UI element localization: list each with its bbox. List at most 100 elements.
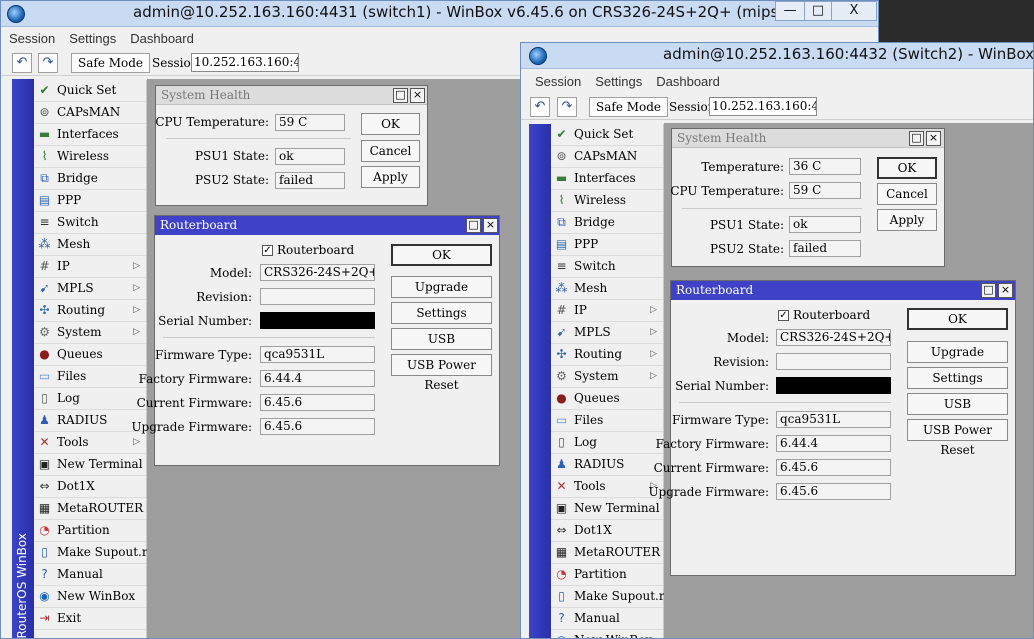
system-health-dialog[interactable]: System Health □ × Temperature: 36 C CPU … <box>670 128 945 267</box>
sidebar-item-manual[interactable]: ? Manual <box>34 564 146 586</box>
model-field[interactable]: CRS326-24S+2Q+ <box>260 264 375 281</box>
sidebar-item-exit[interactable]: ⇥ Exit <box>34 608 146 630</box>
ok-button[interactable]: OK <box>361 113 420 135</box>
ok-button[interactable]: OK <box>877 157 937 179</box>
sidebar-item-interfaces[interactable]: ▬ Interfaces <box>34 124 146 146</box>
factory-firmware-field[interactable]: 6.44.4 <box>776 435 891 452</box>
sidebar-item-bridge[interactable]: ⧉ Bridge <box>34 168 146 190</box>
sidebar-item-ip[interactable]: # IP ▷ <box>551 300 663 322</box>
maximize-icon[interactable]: □ <box>981 283 996 298</box>
maximize-icon[interactable]: □ <box>393 88 408 103</box>
sidebar-item-capsman[interactable]: ⊚ CAPsMAN <box>34 102 146 124</box>
safe-mode-button[interactable]: Safe Mode <box>589 97 669 117</box>
sidebar-item-routing[interactable]: ✣ Routing ▷ <box>34 300 146 322</box>
cpu-temperature-field[interactable]: 59 C <box>789 182 861 199</box>
sidebar-item-routing[interactable]: ✣ Routing ▷ <box>551 344 663 366</box>
psu2-state-field[interactable]: failed <box>789 240 861 257</box>
factory-firmware-field[interactable]: 6.44.4 <box>260 370 375 387</box>
maximize-button[interactable]: □ <box>804 1 832 21</box>
redo-button[interactable]: ↷ <box>38 53 58 73</box>
sidebar-item-files[interactable]: ▭ Files <box>551 410 663 432</box>
routerboard-dialog[interactable]: Routerboard □ × ✓ Routerboard Model: CRS… <box>648 280 1016 576</box>
close-icon[interactable]: × <box>483 218 498 233</box>
maximize-icon[interactable]: □ <box>909 131 924 146</box>
routerboard-dialog[interactable]: Routerboard □ × ✓ Routerboard Model: CRS… <box>131 215 500 466</box>
psu1-state-field[interactable]: ok <box>275 148 345 165</box>
close-icon[interactable]: × <box>926 131 941 146</box>
usb-power-reset-button[interactable]: USB Power Reset <box>907 419 1008 457</box>
sidebar-item-mpls[interactable]: ➹ MPLS ▷ <box>551 322 663 344</box>
sidebar-item-system[interactable]: ⚙ System ▷ <box>551 366 663 388</box>
sidebar-item-queues[interactable]: ● Queues <box>34 344 146 366</box>
sidebar-item-metarouter[interactable]: ▦ MetaROUTER <box>551 542 663 564</box>
current-firmware-field[interactable]: 6.45.6 <box>260 394 375 411</box>
system-health-dialog[interactable]: System Health □ × CPU Temperature: 59 C … <box>155 85 428 206</box>
sidebar-item-mesh[interactable]: ⁂ Mesh <box>34 234 146 256</box>
minimize-button[interactable]: — <box>775 1 805 21</box>
sidebar-item-bridge[interactable]: ⧉ Bridge <box>551 212 663 234</box>
current-firmware-field[interactable]: 6.45.6 <box>776 459 891 476</box>
psu2-state-field[interactable]: failed <box>275 172 345 189</box>
menu-dashboard[interactable]: Dashboard <box>130 28 194 46</box>
routerboard-checkbox[interactable]: ✓ <box>778 310 789 321</box>
sidebar-item-interfaces[interactable]: ▬ Interfaces <box>551 168 663 190</box>
session-field[interactable]: 10.252.163.160:4432 <box>709 97 817 116</box>
sidebar-item-new-terminal[interactable]: ▣ New Terminal <box>551 498 663 520</box>
usb-power-reset-button[interactable]: USB Power Reset <box>391 354 492 392</box>
apply-button[interactable]: Apply <box>361 166 420 188</box>
sidebar-item-switch[interactable]: ≡ Switch <box>34 212 146 234</box>
redo-button[interactable]: ↷ <box>557 97 577 117</box>
ok-button[interactable]: OK <box>907 308 1008 330</box>
routerboard-checkbox[interactable]: ✓ <box>262 245 273 256</box>
sidebar-item-metarouter[interactable]: ▦ MetaROUTER <box>34 498 146 520</box>
usb-button[interactable]: USB <box>391 328 492 350</box>
sidebar-item-queues[interactable]: ● Queues <box>551 388 663 410</box>
upgrade-button[interactable]: Upgrade <box>391 276 492 298</box>
cancel-button[interactable]: Cancel <box>361 140 420 162</box>
sidebar-item-radius[interactable]: ♟ RADIUS <box>34 410 146 432</box>
sidebar-item-wireless[interactable]: ⌇ Wireless <box>34 146 146 168</box>
upgrade-button[interactable]: Upgrade <box>907 341 1008 363</box>
sidebar-item-quick-set[interactable]: ✔ Quick Set <box>34 80 146 102</box>
menu-settings[interactable]: Settings <box>595 71 642 89</box>
settings-button[interactable]: Settings <box>907 367 1008 389</box>
sidebar-item-system[interactable]: ⚙ System ▷ <box>34 322 146 344</box>
menu-session[interactable]: Session <box>535 71 581 89</box>
sidebar-item-new-terminal[interactable]: ▣ New Terminal <box>34 454 146 476</box>
sidebar-item-tools[interactable]: ✕ Tools ▷ <box>551 476 663 498</box>
firmware-type-field[interactable]: qca9531L <box>260 346 375 363</box>
revision-field[interactable] <box>776 353 891 370</box>
upgrade-firmware-field[interactable]: 6.45.6 <box>776 483 891 500</box>
close-icon[interactable]: × <box>998 283 1013 298</box>
menu-session[interactable]: Session <box>9 28 55 46</box>
title-bar[interactable]: admin@10.252.163.160:4431 (switch1) - Wi… <box>1 1 878 27</box>
sidebar-item-new-winbox[interactable]: ◉ New WinBox <box>551 630 663 638</box>
sidebar-item-make-supout-rif[interactable]: ▯ Make Supout.rif <box>34 542 156 564</box>
sidebar-item-mesh[interactable]: ⁂ Mesh <box>551 278 663 300</box>
maximize-icon[interactable]: □ <box>466 218 481 233</box>
revision-field[interactable] <box>260 288 375 305</box>
close-icon[interactable]: × <box>410 88 425 103</box>
sidebar-item-new-winbox[interactable]: ◉ New WinBox <box>34 586 146 608</box>
cpu-temperature-field[interactable]: 59 C <box>275 114 345 131</box>
sidebar-item-make-supout-rif[interactable]: ▯ Make Supout.rif <box>551 586 673 608</box>
session-field[interactable]: 10.252.163.160:4431 <box>191 53 299 72</box>
sidebar-item-log[interactable]: ▯ Log <box>34 388 146 410</box>
sidebar-item-manual[interactable]: ? Manual <box>551 608 663 630</box>
close-button[interactable]: X <box>831 1 877 21</box>
sidebar-item-tools[interactable]: ✕ Tools ▷ <box>34 432 146 454</box>
sidebar-item-partition[interactable]: ◔ Partition <box>551 564 663 586</box>
sidebar-item-capsman[interactable]: ⊚ CAPsMAN <box>551 146 663 168</box>
apply-button[interactable]: Apply <box>877 209 937 231</box>
sidebar-item-dot1x[interactable]: ⇔ Dot1X <box>34 476 146 498</box>
title-bar[interactable]: admin@10.252.163.160:4432 (Switch2) - Wi… <box>521 43 1033 69</box>
sidebar-item-log[interactable]: ▯ Log <box>551 432 663 454</box>
upgrade-firmware-field[interactable]: 6.45.6 <box>260 418 375 435</box>
sidebar-item-dot1x[interactable]: ⇔ Dot1X <box>551 520 663 542</box>
sidebar-item-wireless[interactable]: ⌇ Wireless <box>551 190 663 212</box>
sidebar-item-partition[interactable]: ◔ Partition <box>34 520 146 542</box>
menu-dashboard[interactable]: Dashboard <box>656 71 720 89</box>
settings-button[interactable]: Settings <box>391 302 492 324</box>
sidebar-item-ppp[interactable]: ▤ PPP <box>551 234 663 256</box>
usb-button[interactable]: USB <box>907 393 1008 415</box>
